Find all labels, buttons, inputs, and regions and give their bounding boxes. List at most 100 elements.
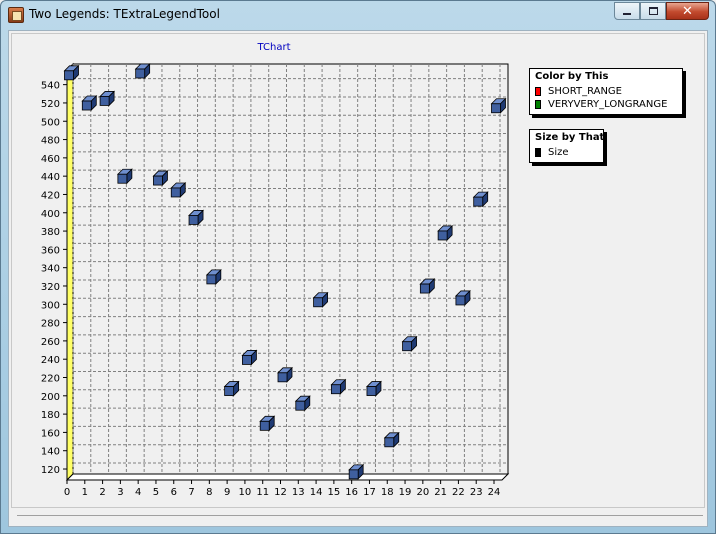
bottom-wall	[65, 473, 510, 481]
data-point[interactable]	[116, 168, 133, 185]
y-tick-label: 360	[41, 245, 60, 256]
y-tick-label: 380	[41, 227, 60, 238]
data-point[interactable]	[134, 63, 151, 79]
data-point[interactable]	[152, 170, 169, 187]
data-point[interactable]	[223, 380, 240, 397]
x-tick-label: 20	[416, 487, 429, 498]
x-tick-label: 21	[434, 487, 447, 498]
maximize-button[interactable]	[640, 2, 666, 20]
x-tick-label: 3	[117, 487, 123, 498]
y-axis: 120 140 160 180 200 220 240 260 280 300 320 340 360 3…	[41, 81, 67, 476]
y-tick-label: 540	[41, 81, 60, 92]
x-tick-label: 6	[171, 487, 177, 498]
x-tick-label: 12	[274, 487, 287, 498]
data-point-front	[295, 400, 306, 411]
data-point-front	[437, 230, 448, 241]
x-tick-label: 2	[99, 487, 105, 498]
data-point-front	[188, 215, 199, 225]
data-point-front	[135, 68, 146, 79]
data-point[interactable]	[99, 90, 116, 107]
y-tick-label: 420	[41, 190, 60, 201]
data-point-front	[455, 295, 466, 306]
x-tick-label: 10	[239, 487, 252, 498]
data-point[interactable]	[294, 395, 311, 412]
data-point[interactable]	[205, 268, 222, 285]
data-point-front	[224, 386, 235, 396]
close-button[interactable]: ✕	[666, 2, 709, 20]
data-point[interactable]	[259, 415, 276, 432]
legend-item[interactable]: VERYVERY_LONGRANGE	[535, 98, 677, 111]
x-tick-label: 0	[64, 487, 70, 498]
data-point-front	[366, 386, 377, 396]
client-area: TChart 120 140 160 180 200 220 240 260 280 300 320…	[8, 30, 708, 527]
data-point-front	[206, 274, 217, 285]
data-point-front	[402, 341, 412, 352]
data-point[interactable]	[312, 291, 329, 308]
x-tick-label: 1	[82, 487, 88, 498]
data-point[interactable]	[277, 366, 293, 383]
data-point-front	[419, 283, 430, 294]
data-point-front	[348, 469, 359, 480]
y-tick-label: 460	[41, 154, 60, 165]
data-point-front	[153, 175, 163, 186]
x-tick-label: 22	[452, 487, 465, 498]
app-window: Two Legends: TExtraLegendTool ✕ TChart 1…	[0, 0, 716, 534]
y-tick-label: 480	[41, 136, 60, 147]
data-point[interactable]	[365, 380, 382, 397]
y-tick-label: 320	[41, 282, 60, 293]
data-point[interactable]	[490, 97, 507, 114]
x-tick-label: 14	[310, 487, 323, 498]
x-tick-label: 24	[488, 487, 501, 498]
x-tick-label: 11	[256, 487, 269, 498]
legend-size-by-that[interactable]: Size by That Size	[529, 129, 604, 163]
data-point[interactable]	[63, 64, 80, 81]
minimize-icon	[623, 13, 631, 15]
data-point[interactable]	[454, 289, 471, 306]
legend-swatch	[535, 148, 541, 157]
x-axis: 0 1 2 3 4 5 6 7 8 9 10 11 12 13 14 15 16 17 18 19 20 21 22 23 24	[64, 480, 501, 498]
data-point-front	[277, 372, 288, 383]
x-tick-label: 4	[135, 487, 141, 498]
minimize-button[interactable]	[614, 2, 640, 20]
y-tick-label: 500	[41, 117, 60, 128]
y-tick-label: 140	[41, 447, 60, 458]
data-point[interactable]	[188, 209, 205, 226]
close-icon: ✕	[682, 3, 693, 19]
y-tick-label: 340	[41, 264, 60, 275]
data-point-front	[313, 297, 323, 308]
legend-title: Size by That	[535, 132, 605, 143]
data-point[interactable]	[170, 181, 187, 198]
y-tick-label: 520	[41, 99, 60, 110]
chart-panel[interactable]: TChart 120 140 160 180 200 220 240 260 280 300 320…	[11, 33, 705, 508]
data-point-front	[259, 420, 270, 431]
y-tick-label: 260	[41, 337, 60, 348]
scatter-series[interactable]	[63, 63, 507, 480]
y-tick-label: 400	[41, 209, 60, 220]
title-bar[interactable]: Two Legends: TExtraLegendTool ✕	[1, 1, 715, 29]
legend-color-by-this[interactable]: Color by This SHORT_RANGE VERYVERY_LONGR…	[529, 68, 683, 115]
x-tick-label: 7	[188, 487, 194, 498]
data-point[interactable]	[383, 431, 400, 448]
y-tick-label: 160	[41, 428, 60, 439]
data-point-front	[99, 96, 110, 106]
caption-buttons: ✕	[614, 2, 709, 21]
legend-label: SHORT_RANGE	[548, 86, 622, 97]
legend-item[interactable]: Size	[535, 146, 598, 159]
legend-item[interactable]: SHORT_RANGE	[535, 85, 677, 98]
y-tick-label: 120	[41, 465, 60, 476]
data-point[interactable]	[437, 225, 454, 241]
x-tick-label: 17	[363, 487, 376, 498]
data-point[interactable]	[241, 349, 258, 366]
legend-title: Color by This	[535, 71, 609, 82]
x-tick-label: 15	[328, 487, 341, 498]
data-point[interactable]	[330, 378, 347, 395]
data-point[interactable]	[472, 191, 489, 208]
x-tick-label: 18	[381, 487, 394, 498]
data-point-front	[170, 187, 181, 198]
data-point[interactable]	[401, 335, 418, 352]
data-point-front	[384, 437, 395, 448]
data-point[interactable]	[419, 278, 436, 295]
data-point-front	[242, 355, 252, 365]
data-point[interactable]	[81, 95, 98, 111]
x-tick-label: 9	[224, 487, 230, 498]
